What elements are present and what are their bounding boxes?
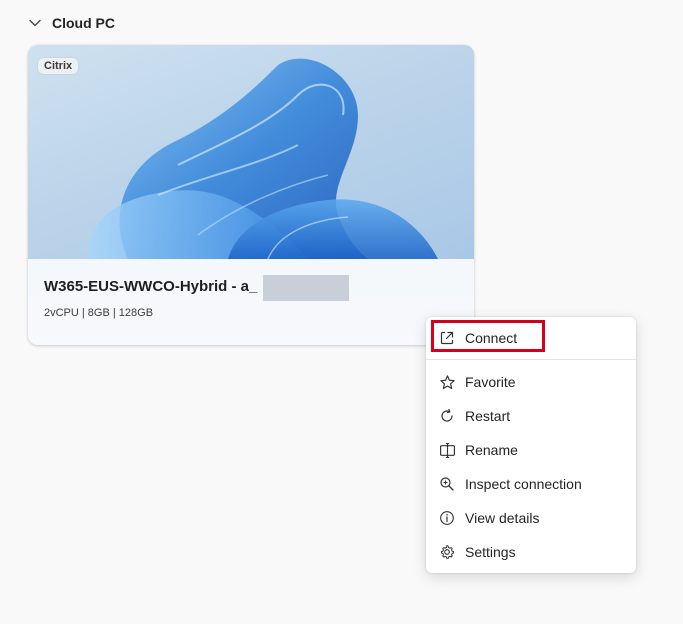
menu-item-rename[interactable]: Rename [430,435,632,465]
provider-badge: Citrix [38,58,79,74]
open-external-icon [438,329,456,347]
context-menu: Connect Favorite Restart Rename Inspect … [426,317,636,573]
menu-item-settings[interactable]: Settings [430,537,632,567]
menu-item-restart[interactable]: Restart [430,401,632,431]
menu-item-inspect-connection[interactable]: Inspect connection [430,469,632,499]
menu-item-favorite[interactable]: Favorite [430,367,632,397]
star-icon [438,373,456,391]
section-title: Cloud PC [52,15,115,31]
redacted-text [263,275,349,301]
menu-item-label: Favorite [465,374,516,390]
cloud-pc-name: W365-EUS-WWCO-Hybrid - a_ [44,278,258,295]
menu-item-connect[interactable]: Connect [430,323,632,353]
menu-item-label: View details [465,510,540,526]
menu-item-label: Rename [465,442,518,458]
menu-item-view-details[interactable]: View details [430,503,632,533]
menu-item-label: Inspect connection [465,476,582,492]
menu-item-label: Settings [465,544,516,560]
menu-item-label: Connect [465,330,518,346]
cloud-pc-card[interactable]: Citrix W365-EUS-WWCO-Hybrid - a_ 2vCPU |… [28,45,474,345]
restart-icon [438,407,456,425]
card-body: W365-EUS-WWCO-Hybrid - a_ 2vCPU | 8GB | … [28,259,474,345]
chevron-down-icon [28,16,42,30]
info-icon [438,509,456,527]
menu-divider [426,359,636,360]
gear-icon [438,543,456,561]
cloud-pc-thumbnail: Citrix [28,45,474,259]
rename-icon [438,441,456,459]
inspect-icon [438,475,456,493]
menu-item-label: Restart [465,408,511,424]
section-header-cloud-pc[interactable]: Cloud PC [28,12,115,34]
cloud-pc-specs: 2vCPU | 8GB | 128GB [44,307,154,319]
